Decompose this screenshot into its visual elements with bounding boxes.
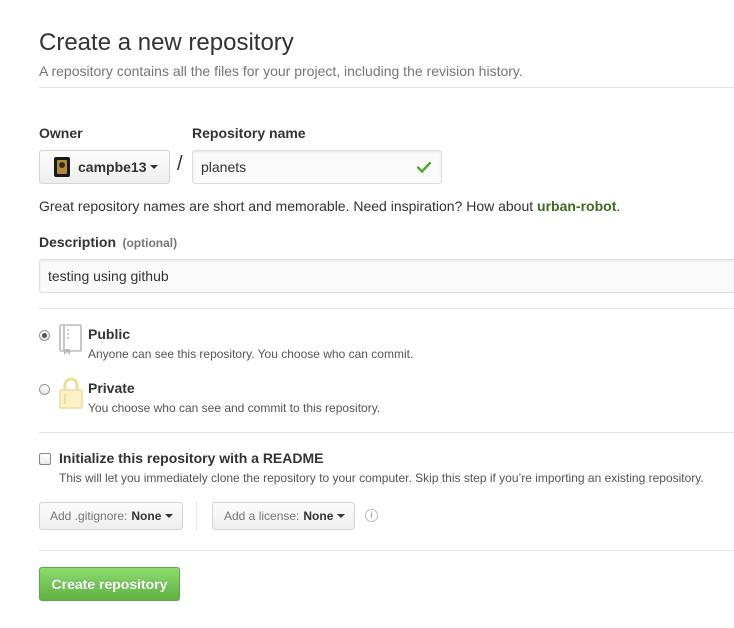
vertical-divider — [196, 502, 197, 530]
suggestion-prefix: Great repository names are short and mem… — [39, 198, 538, 214]
gitignore-select[interactable]: Add .gitignore: None — [39, 502, 183, 530]
private-note: You choose who can see and commit to thi… — [88, 401, 381, 415]
owner-select[interactable]: campbe13 — [39, 150, 170, 184]
public-radio[interactable] — [39, 330, 50, 341]
gitignore-prefix: Add .gitignore: — [50, 509, 128, 523]
repo-book-icon — [58, 324, 84, 361]
divider — [39, 550, 734, 551]
lock-icon — [58, 376, 84, 415]
page-subtitle: A repository contains all the files for … — [39, 63, 523, 79]
owner-label: Owner — [39, 125, 83, 141]
owner-name: campbe13 — [78, 159, 147, 175]
repo-name-input[interactable]: planets — [192, 150, 442, 184]
page-title: Create a new repository — [39, 29, 294, 56]
readme-note: This will let you immediately clone the … — [59, 471, 704, 485]
suggestion-suffix: . — [616, 198, 621, 214]
public-note: Anyone can see this repository. You choo… — [88, 347, 414, 361]
chevron-down-icon — [165, 514, 174, 518]
divider — [39, 432, 734, 433]
license-value: None — [303, 509, 334, 523]
readme-checkbox[interactable] — [39, 453, 51, 465]
license-prefix: Add a license: — [224, 509, 300, 523]
optional-note: (optional) — [122, 236, 178, 250]
info-icon[interactable]: i — [365, 509, 378, 522]
public-title: Public — [88, 326, 131, 342]
suggested-name-link[interactable]: urban-robot — [537, 198, 616, 214]
license-select[interactable]: Add a license: None — [212, 502, 355, 530]
description-label-row: Description (optional) — [39, 234, 177, 252]
divider — [39, 87, 734, 88]
chevron-down-icon — [337, 514, 346, 518]
gitignore-value: None — [131, 509, 162, 523]
chevron-down-icon — [150, 165, 159, 169]
repo-name-label: Repository name — [192, 125, 306, 141]
description-input[interactable]: testing using github — [39, 259, 734, 293]
avatar — [54, 157, 70, 177]
create-repository-button[interactable]: Create repository — [39, 567, 180, 601]
divider — [39, 308, 734, 309]
readme-title: Initialize this repository with a README — [59, 450, 324, 466]
name-suggestion: Great repository names are short and mem… — [39, 198, 620, 214]
private-radio[interactable] — [39, 384, 50, 395]
description-label: Description — [39, 234, 117, 250]
private-title: Private — [88, 380, 135, 396]
owner-separator: / — [177, 153, 183, 175]
check-icon — [416, 159, 432, 178]
repo-name-value: planets — [201, 159, 247, 175]
description-value: testing using github — [48, 268, 169, 284]
